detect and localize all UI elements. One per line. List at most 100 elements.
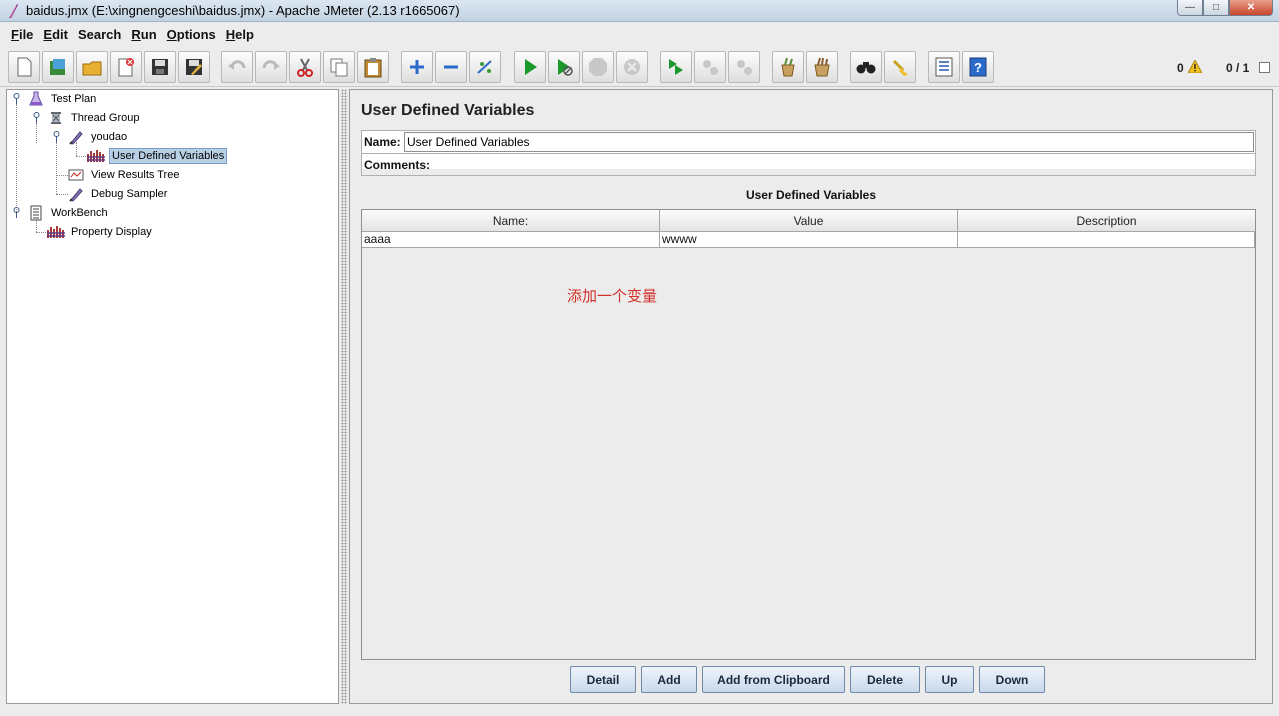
stop-button[interactable] xyxy=(582,51,614,83)
expand-handle-icon[interactable] xyxy=(32,112,41,123)
menu-options[interactable]: Options xyxy=(167,27,216,42)
thread-group-icon xyxy=(47,110,65,126)
reset-search-button[interactable] xyxy=(884,51,916,83)
expand-handle-icon[interactable] xyxy=(12,93,21,104)
new-button[interactable] xyxy=(8,51,40,83)
comments-field[interactable] xyxy=(362,169,1255,175)
collapse-icon xyxy=(444,65,458,69)
start-button[interactable] xyxy=(514,51,546,83)
add-button[interactable]: Add xyxy=(641,666,697,693)
detail-button[interactable]: Detail xyxy=(570,666,636,693)
clear-icon xyxy=(781,57,795,77)
remote-start-all-button[interactable] xyxy=(660,51,692,83)
clear-button[interactable] xyxy=(772,51,804,83)
templates-button[interactable] xyxy=(42,51,74,83)
tree-node-workbench[interactable]: WorkBench xyxy=(27,204,110,221)
copy-icon xyxy=(330,58,348,77)
window-title: baidus.jmx (E:\xingnengceshi\baidus.jmx)… xyxy=(26,3,460,18)
redo-icon xyxy=(262,60,280,70)
expand-handle-icon[interactable] xyxy=(52,131,61,142)
expand-handle-icon[interactable] xyxy=(12,207,21,218)
tree-node-test-plan[interactable]: Test Plan xyxy=(27,90,98,107)
templates-icon xyxy=(50,59,65,75)
sampler-icon xyxy=(67,129,85,145)
expand-all-button[interactable] xyxy=(401,51,433,83)
remote-stop-icon xyxy=(703,60,718,75)
running-indicator xyxy=(1259,62,1270,73)
column-header-name[interactable]: Name: xyxy=(362,210,660,232)
menu-help[interactable]: Help xyxy=(226,27,254,42)
cell-variable-name[interactable]: aaaa xyxy=(362,232,660,248)
name-row: Name: xyxy=(361,130,1256,154)
cut-button[interactable] xyxy=(289,51,321,83)
remote-shutdown-all-button[interactable] xyxy=(728,51,760,83)
new-icon xyxy=(17,57,32,77)
warning-icon[interactable] xyxy=(1188,60,1202,73)
test-plan-tree[interactable]: Test Plan Thread Group youdao User Defin… xyxy=(6,89,339,704)
copy-button[interactable] xyxy=(323,51,355,83)
test-plan-icon xyxy=(27,91,45,107)
warning-count: 0 xyxy=(1177,61,1184,75)
toggle-button[interactable] xyxy=(469,51,501,83)
tree-node-debug-sampler[interactable]: Debug Sampler xyxy=(67,185,169,202)
toggle-icon xyxy=(477,60,492,74)
remote-shutdown-icon xyxy=(737,60,752,75)
up-button[interactable]: Up xyxy=(925,666,974,693)
comments-row[interactable]: Comments: xyxy=(361,154,1256,176)
save-button[interactable] xyxy=(144,51,176,83)
save-as-icon xyxy=(186,59,202,75)
save-as-button[interactable] xyxy=(178,51,210,83)
shutdown-button[interactable] xyxy=(616,51,648,83)
close-window-button[interactable]: ✕ xyxy=(1229,0,1273,16)
workbench-icon xyxy=(27,205,45,221)
undo-icon xyxy=(228,60,246,70)
redo-button[interactable] xyxy=(255,51,287,83)
minimize-button[interactable]: — xyxy=(1177,0,1203,16)
tree-node-youdao[interactable]: youdao xyxy=(67,128,129,145)
open-button[interactable] xyxy=(76,51,108,83)
start-no-pause-icon xyxy=(558,59,573,76)
column-header-value[interactable]: Value xyxy=(660,210,958,232)
column-header-description[interactable]: Description xyxy=(958,210,1255,232)
help-button[interactable]: ? xyxy=(962,51,994,83)
name-field[interactable] xyxy=(404,132,1254,152)
close-icon xyxy=(118,58,134,77)
paste-button[interactable] xyxy=(357,51,389,83)
maximize-button[interactable]: □ xyxy=(1203,0,1229,16)
add-from-clipboard-button[interactable]: Add from Clipboard xyxy=(702,666,845,693)
tree-node-user-defined-variables[interactable]: User Defined Variables xyxy=(87,147,228,164)
shutdown-icon xyxy=(624,59,640,75)
cell-variable-value[interactable]: wwww xyxy=(660,232,958,248)
function-helper-button[interactable] xyxy=(928,51,960,83)
close-file-button[interactable] xyxy=(110,51,142,83)
menu-file[interactable]: File xyxy=(11,27,33,42)
element-editor: User Defined Variables Name: Comments: U… xyxy=(349,89,1273,704)
menu-bar: File Edit Search Run Options Help xyxy=(0,23,1279,45)
cell-variable-description[interactable] xyxy=(958,232,1255,248)
table-title: User Defined Variables xyxy=(745,188,877,202)
stop-icon xyxy=(589,58,607,76)
save-icon xyxy=(152,59,168,75)
split-pane-divider[interactable] xyxy=(341,89,347,704)
menu-search[interactable]: Search xyxy=(78,27,121,42)
tree-node-view-results-tree[interactable]: View Results Tree xyxy=(67,166,181,183)
tree-node-thread-group[interactable]: Thread Group xyxy=(47,109,141,126)
undo-button[interactable] xyxy=(221,51,253,83)
tree-node-property-display[interactable]: Property Display xyxy=(47,223,154,240)
toolbar: ? 0 0 / 1 xyxy=(0,47,1279,87)
delete-button[interactable]: Delete xyxy=(850,666,920,693)
clear-all-button[interactable] xyxy=(806,51,838,83)
page-title: User Defined Variables xyxy=(361,102,535,119)
paste-icon xyxy=(364,58,382,78)
function-helper-icon xyxy=(935,57,953,77)
remote-stop-all-button[interactable] xyxy=(694,51,726,83)
collapse-all-button[interactable] xyxy=(435,51,467,83)
start-no-pauses-button[interactable] xyxy=(548,51,580,83)
menu-run[interactable]: Run xyxy=(131,27,156,42)
down-button[interactable]: Down xyxy=(979,666,1045,693)
window-controls: — □ ✕ xyxy=(1177,0,1273,18)
menu-edit[interactable]: Edit xyxy=(43,27,68,42)
search-button[interactable] xyxy=(850,51,882,83)
open-icon xyxy=(82,61,102,76)
variables-table[interactable]: Name: Value Description aaaa wwww 添加一个变量 xyxy=(361,209,1256,660)
